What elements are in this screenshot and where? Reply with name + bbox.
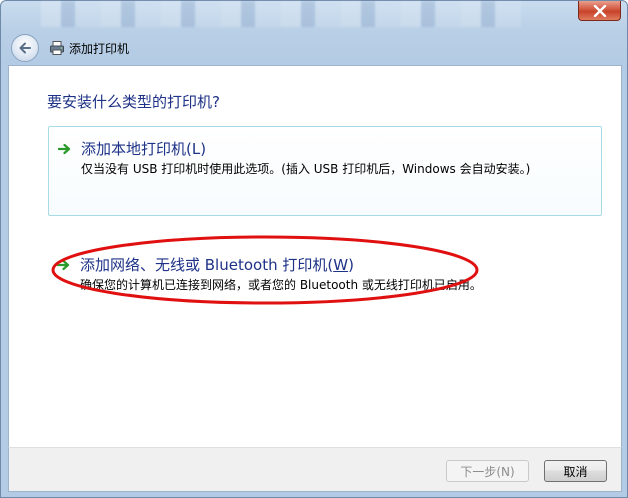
title-bar[interactable]: [1, 1, 627, 31]
page-question: 要安装什么类型的打印机?: [47, 93, 220, 111]
green-arrow-icon: [57, 141, 73, 157]
add-network-printer-option[interactable]: 添加网络、无线或 Bluetooth 打印机(W) 确保您的计算机已连接到网络，…: [48, 243, 602, 303]
add-printer-window: 添加打印机 要安装什么类型的打印机? 添加本地打印机(L) 仅当没有 USB 打…: [0, 0, 628, 498]
dialog-footer: 下一步(N) 取消: [8, 447, 622, 492]
printer-icon: [49, 40, 65, 56]
title-prefix: 添加网络、无线或 Bluetooth 打印机(: [80, 256, 334, 274]
title-suffix: ): [348, 256, 354, 274]
close-icon: [593, 4, 606, 17]
navigation-bar: 添加打印机: [7, 31, 621, 65]
add-network-printer-description: 确保您的计算机已连接到网络，或者您的 Bluetooth 或无线打印机已启用。: [80, 278, 482, 292]
add-local-printer-option[interactable]: 添加本地打印机(L) 仅当没有 USB 打印机时使用此选项。(插入 USB 打印…: [48, 126, 602, 216]
close-button[interactable]: [578, 1, 621, 21]
add-local-printer-title: 添加本地打印机(L): [81, 140, 207, 158]
add-local-printer-description: 仅当没有 USB 打印机时使用此选项。(插入 USB 打印机后，Windows …: [81, 162, 531, 176]
add-network-printer-title: 添加网络、无线或 Bluetooth 打印机(W): [80, 255, 482, 275]
cancel-button[interactable]: 取消: [544, 460, 607, 482]
green-arrow-icon: [56, 257, 72, 273]
nav-title: 添加打印机: [69, 41, 130, 56]
next-button[interactable]: 下一步(N): [446, 460, 529, 482]
blurred-background-strip: [41, 1, 521, 27]
title-access-key: W: [333, 256, 349, 274]
content-pane: 要安装什么类型的打印机? 添加本地打印机(L) 仅当没有 USB 打印机时使用此…: [8, 65, 622, 447]
back-button[interactable]: [11, 34, 39, 62]
back-arrow-icon: [19, 42, 31, 54]
